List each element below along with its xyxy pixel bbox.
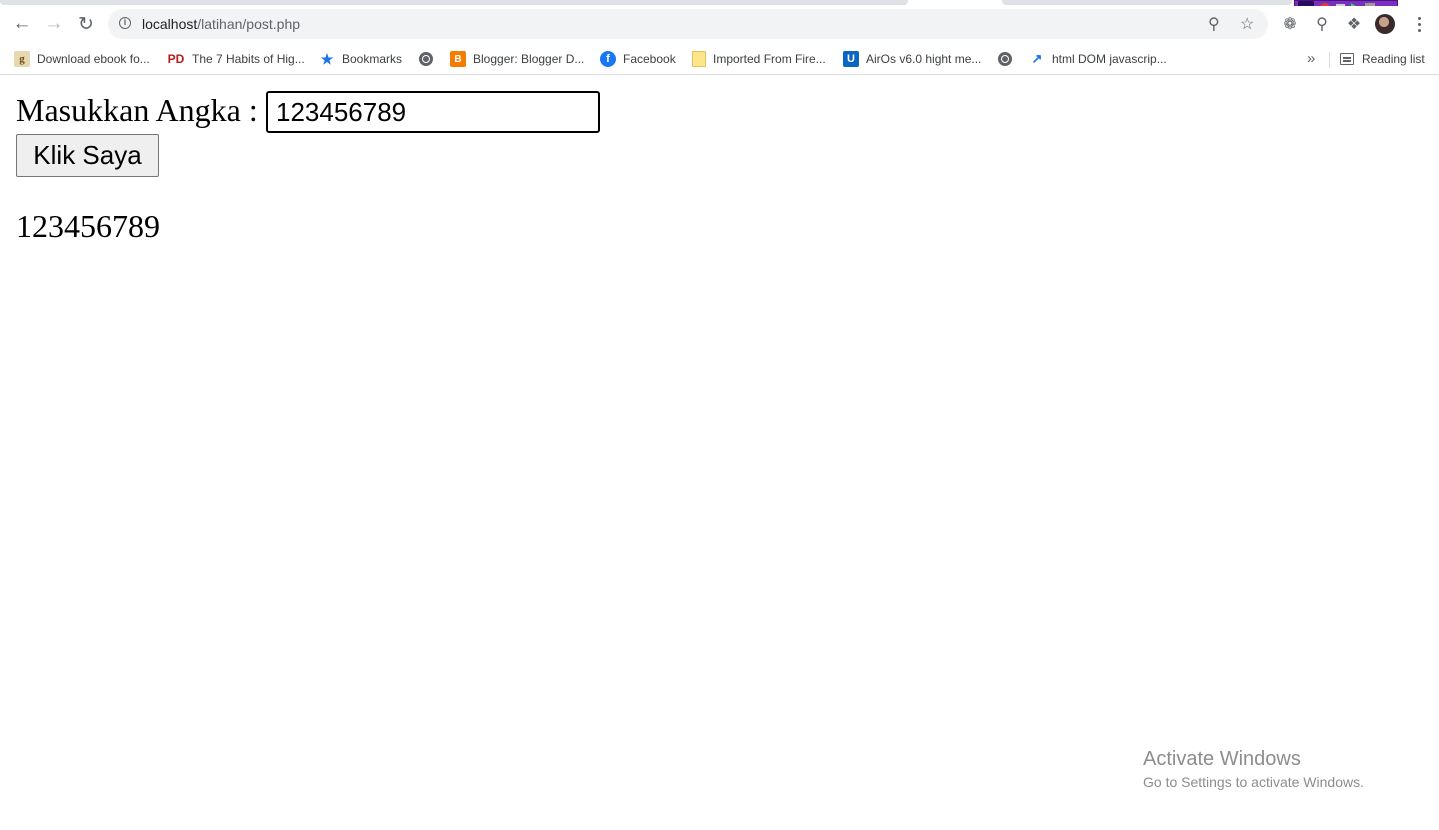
info-icon[interactable]: i — [119, 17, 131, 29]
globe-icon — [998, 52, 1012, 66]
more-bookmarks-chevron-icon[interactable]: » — [1307, 50, 1315, 67]
bookmark-item[interactable]: ★ Bookmarks — [319, 48, 402, 70]
search-extension-icon[interactable]: ⚲ — [1311, 13, 1333, 35]
tab[interactable] — [0, 0, 908, 5]
bug-extension-icon[interactable]: ❁ — [1279, 13, 1301, 35]
extensions-puzzle-icon[interactable]: ❖ — [1343, 13, 1365, 35]
url-text[interactable]: localhost/latihan/post.php — [142, 16, 300, 32]
zoom-icon[interactable]: ⚲ — [1208, 14, 1220, 34]
g-favicon-icon: g — [14, 51, 30, 67]
bookmarks-bar: g Download ebook fo... PD The 7 Habits o… — [0, 44, 1439, 75]
reading-list-button[interactable]: Reading list — [1340, 48, 1425, 70]
bookmark-label: Bookmarks — [342, 52, 403, 66]
reading-list-icon — [1340, 53, 1354, 65]
bookmark-label: Download ebook fo... — [37, 52, 150, 66]
menu-kebab-icon[interactable] — [1409, 14, 1429, 34]
bookmark-item[interactable]: PD The 7 Habits of Hig... — [167, 48, 305, 70]
bookmark-label: Facebook — [623, 52, 676, 66]
bookmark-label: Imported From Fire... — [713, 52, 826, 66]
bookmarks-divider — [1329, 52, 1330, 68]
bookmark-label: html DOM javascrip... — [1052, 52, 1167, 66]
bookmark-item[interactable] — [998, 48, 1012, 70]
tab[interactable] — [1002, 0, 1292, 5]
reload-icon: ↻ — [78, 13, 94, 35]
number-label: Masukkan Angka : — [16, 92, 258, 128]
bookmark-item[interactable]: ↗ html DOM javascrip... — [1029, 48, 1167, 70]
bookmark-label: The 7 Habits of Hig... — [192, 52, 305, 66]
bookmark-item[interactable]: B Blogger: Blogger D... — [450, 48, 584, 70]
page-content: Masukkan Angka : Klik Saya 123456789 — [0, 75, 1439, 830]
watermark-title: Activate Windows — [1143, 748, 1301, 770]
bookmark-item[interactable]: g Download ebook fo... — [14, 48, 150, 70]
url-host: localhost — [142, 16, 198, 32]
activate-windows-watermark: Activate Windows Go to Settings to activ… — [1143, 747, 1364, 793]
star-icon: ★ — [320, 50, 334, 67]
arrow-left-icon: ← — [12, 13, 32, 34]
bookmark-label: AirOs v6.0 hight me... — [866, 52, 982, 66]
pd-favicon-icon: PD — [167, 52, 185, 66]
arrow-right-icon: → — [44, 13, 64, 34]
forward-button[interactable]: → — [39, 9, 69, 39]
address-bar[interactable]: i localhost/latihan/post.php ⚲ ☆ — [108, 9, 1268, 39]
bookmark-item[interactable]: Imported From Fire... — [692, 48, 826, 70]
globe-icon — [419, 52, 433, 66]
bookmark-item[interactable]: f Facebook — [600, 48, 676, 70]
u-favicon-icon: U — [843, 51, 859, 67]
submit-button[interactable]: Klik Saya — [16, 134, 159, 177]
facebook-favicon-icon: f — [600, 51, 616, 67]
url-path: /latihan/post.php — [197, 16, 301, 32]
bookmark-label: Blogger: Blogger D... — [473, 52, 585, 66]
browser-toolbar: ← → ↻ i localhost/latihan/post.php ⚲ ☆ ❁… — [0, 6, 1439, 44]
bookmark-item[interactable] — [419, 48, 433, 70]
profile-avatar[interactable] — [1375, 14, 1395, 34]
reading-list-label: Reading list — [1362, 52, 1425, 66]
number-input[interactable] — [266, 91, 600, 133]
reload-button[interactable]: ↻ — [71, 9, 101, 39]
blogger-favicon-icon: B — [450, 51, 466, 67]
folder-icon — [692, 51, 706, 67]
watermark-subtitle: Go to Settings to activate Windows. — [1143, 774, 1364, 790]
trend-favicon-icon: ↗ — [1031, 51, 1043, 66]
output-text: 123456789 — [16, 208, 160, 244]
bookmark-star-icon[interactable]: ☆ — [1240, 14, 1254, 34]
back-button[interactable]: ← — [7, 9, 37, 39]
bookmark-item[interactable]: U AirOs v6.0 hight me... — [843, 48, 981, 70]
